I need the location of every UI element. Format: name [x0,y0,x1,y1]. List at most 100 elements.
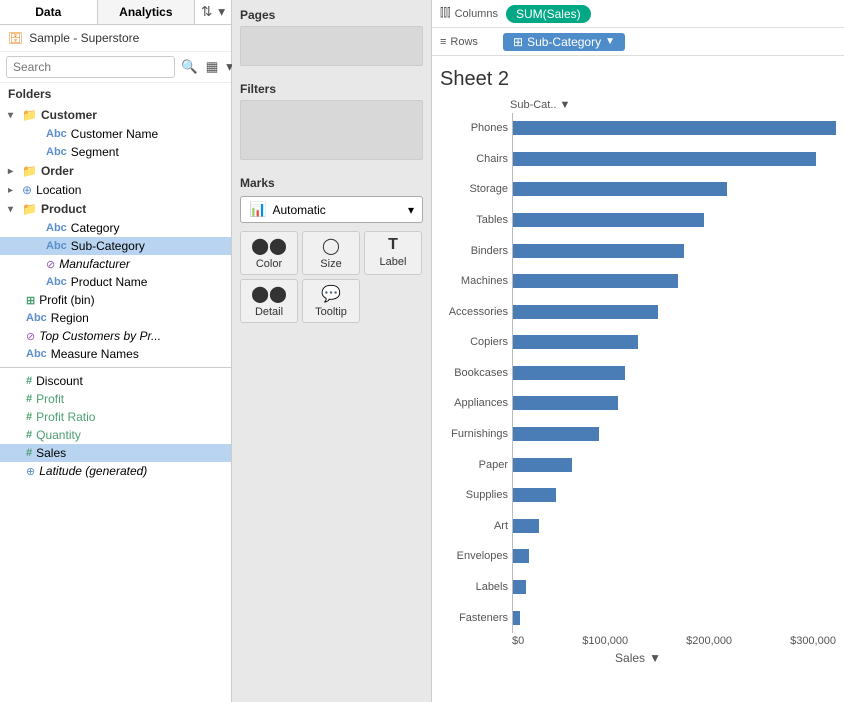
chart-area: Sheet 2 Sub-Cat.. ▼ PhonesChairsStorageT… [432,56,844,702]
field-segment[interactable]: Abc Segment [0,143,231,161]
expand-arrow-product: ▾ [8,204,18,215]
sort-icon: ▼ [649,651,661,665]
chart-x-label: Sales ▼ [440,651,836,665]
columns-pill-text: SUM(Sales) [516,7,581,21]
folder-order[interactable]: ▸ 📁 Order [0,161,231,181]
bar-3 [513,213,704,227]
expand-arrow-location: ▸ [8,185,18,196]
x-label-3: $300,000 [790,635,836,647]
bar-13 [513,519,539,533]
field-label-top-customers: Top Customers by Pr... [39,329,161,343]
field-customer-name[interactable]: Abc Customer Name [0,125,231,143]
bar-row-9 [513,394,836,412]
bar-9 [513,396,618,410]
rows-pill[interactable]: ⊞ Sub-Category ▼ [503,33,625,51]
bar-row-13 [513,517,836,535]
marks-tooltip-button[interactable]: 💬 Tooltip [302,279,360,323]
columns-icon: ⫿⫿⫿ [440,7,451,20]
field-profit-ratio[interactable]: # Profit Ratio [0,408,231,426]
subcategory-header: Sub-Cat.. ▼ [510,99,570,113]
search-button[interactable]: 🔍 [179,57,200,77]
filters-section: Filters [232,74,431,168]
folders-label: Folders [0,83,231,105]
bar-2 [513,182,727,196]
marks-color-button[interactable]: ⬤⬤ Color [240,231,298,275]
field-measure-names[interactable]: Abc Measure Names [0,345,231,363]
marks-buttons: ⬤⬤ Color ◯ Size T Label ⬤⬤ Detail [240,231,423,323]
type-icon-abc2: Abc [46,146,67,158]
field-label-profit: Profit [36,392,64,406]
bars-container [512,113,836,633]
field-icon-location: ⊕ [22,183,32,197]
marks-detail-button[interactable]: ⬤⬤ Detail [240,279,298,323]
sort-button[interactable]: ⇅ [199,2,214,22]
marks-type-dropdown[interactable]: 📊 Automatic ▾ [240,196,423,223]
tab-data[interactable]: Data [0,0,98,24]
bar-0 [513,121,836,135]
field-label-discount: Discount [36,374,83,388]
field-region[interactable]: Abc Region [0,309,231,327]
field-profit[interactable]: # Profit [0,390,231,408]
field-label-subcategory: Sub-Category [71,239,145,253]
rows-icon: ≡ [440,36,446,48]
field-label-profit-ratio: Profit Ratio [36,410,95,424]
marks-section: Marks 📊 Automatic ▾ ⬤⬤ Color [232,168,431,702]
field-latitude[interactable]: ⊕ Latitude (generated) [0,462,231,480]
field-label-segment: Segment [71,145,119,159]
tab-analytics[interactable]: Analytics [98,0,196,24]
x-label-2: $200,000 [686,635,732,647]
bar-row-15 [513,578,836,596]
pages-label: Pages [240,8,423,22]
y-label-12: Supplies [440,486,508,504]
marks-chart-icon: 📊 [249,201,266,218]
field-discount[interactable]: # Discount [0,372,231,390]
y-label-8: Bookcases [440,364,508,382]
field-profit-bin[interactable]: ⊞ Profit (bin) [0,291,231,309]
y-label-14: Envelopes [440,547,508,565]
more-button[interactable]: ▾ [216,2,227,22]
field-top-customers[interactable]: ⊘ Top Customers by Pr... [0,327,231,345]
field-subcategory[interactable]: Abc Sub-Category [0,237,231,255]
field-category[interactable]: Abc Category [0,219,231,237]
bar-14 [513,549,529,563]
x-axis-label: Sales [615,651,645,665]
field-label-measure-names: Measure Names [51,347,139,361]
datasource-name[interactable]: Sample - Superstore [29,31,139,45]
y-label-9: Appliances [440,394,508,412]
columns-shelf: ⫿⫿⫿ Columns SUM(Sales) [432,0,844,28]
filters-label: Filters [240,82,423,96]
chart-title: Sheet 2 [440,68,836,91]
columns-pill[interactable]: SUM(Sales) [506,5,591,23]
grid-view-button[interactable]: ▦ [204,57,221,77]
folder-product[interactable]: ▾ 📁 Product [0,199,231,219]
marks-type-label: Automatic [272,203,325,217]
field-sales[interactable]: # Sales [0,444,231,462]
bar-row-3 [513,211,836,229]
marks-label-button[interactable]: T Label [364,231,422,275]
y-label-2: Storage [440,180,508,198]
filters-content[interactable] [240,100,423,160]
detail-label: Detail [255,306,283,318]
marks-size-button[interactable]: ◯ Size [302,231,360,275]
rows-shelf: ≡ Rows ⊞ Sub-Category ▼ [432,28,844,56]
search-row: 🔍 ▦ ▾ [0,52,231,83]
x-axis: $0$100,000$200,000$300,000 [440,635,836,647]
search-input[interactable] [6,56,175,78]
y-label-13: Art [440,517,508,535]
type-icon-profit-ratio: # [26,411,32,423]
marks-dropdown-arrow: ▾ [408,203,414,217]
type-icon-quantity: # [26,429,32,441]
marks-label: Marks [240,176,423,190]
bar-row-8 [513,364,836,382]
field-location[interactable]: ▸ ⊕ Location [0,181,231,199]
type-icon-discount: # [26,375,32,387]
pages-content [240,26,423,66]
folder-customer[interactable]: ▾ 📁 Customer [0,105,231,125]
field-product-name[interactable]: Abc Product Name [0,273,231,291]
field-quantity[interactable]: # Quantity [0,426,231,444]
type-icon-top-customers: ⊘ [26,330,35,343]
field-label-location: Location [36,183,81,197]
type-icon-productname: Abc [46,276,67,288]
field-manufacturer[interactable]: ⊘ Manufacturer [0,255,231,273]
datasource-icon: 🗄 [8,31,23,45]
